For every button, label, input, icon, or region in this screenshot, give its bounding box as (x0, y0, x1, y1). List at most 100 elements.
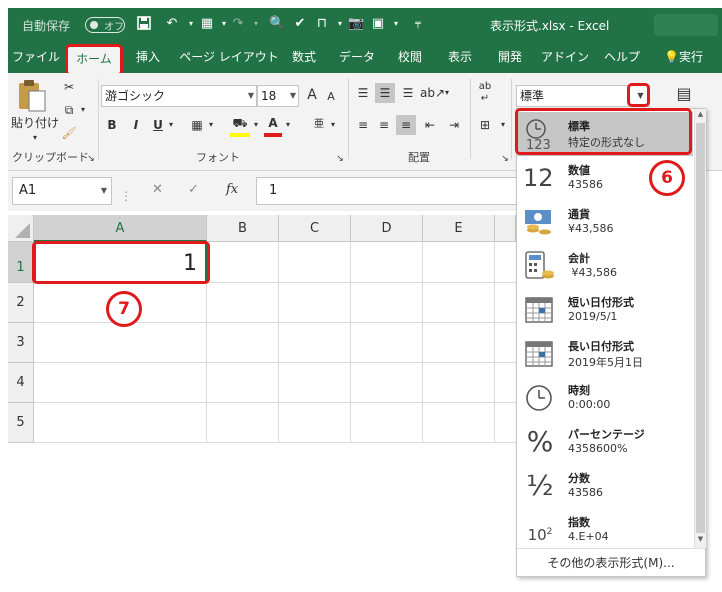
tab-help[interactable]: ヘルプ (600, 42, 644, 73)
paste-dropdown-icon[interactable]: ▾ (26, 128, 44, 148)
format-example: 2019/5/1 (568, 310, 618, 323)
column-header[interactable]: C (279, 215, 351, 242)
font-launcher-icon[interactable]: ↘ (335, 149, 345, 169)
font-size-combo[interactable]: 18 ▼ (257, 85, 299, 107)
scroll-thumb[interactable] (696, 123, 705, 533)
scroll-down-icon[interactable]: ▼ (695, 535, 706, 546)
cut-icon[interactable]: ✂ (60, 77, 78, 97)
format-item-currency[interactable]: 通貨 ¥43,586 (517, 200, 693, 244)
row-header[interactable]: 4 (8, 363, 34, 403)
align-top-icon[interactable]: ☰ (354, 83, 372, 103)
font-name-combo[interactable]: 游ゴシック ▼ (101, 85, 257, 107)
align-bottom-icon[interactable]: ☰ (399, 83, 417, 103)
align-center-icon[interactable]: ≡ (375, 115, 393, 135)
undo-dropdown-icon[interactable]: ▾ (183, 16, 199, 32)
name-box[interactable]: A1 ▼ (12, 177, 112, 205)
format-item-scientific[interactable]: 102 指数 4.E+04 (517, 508, 693, 552)
tab-review[interactable]: 校閲 (390, 42, 430, 73)
formula-bar: A1 ▼ ⋮ ✕ ✓ fx 1 (8, 171, 518, 211)
borders-dropdown-icon[interactable]: ▾ (206, 115, 216, 135)
column-header[interactable]: B (207, 215, 279, 242)
scroll-up-icon[interactable]: ▲ (695, 110, 706, 121)
alignment-launcher-icon[interactable]: ↘ (500, 149, 510, 169)
spelling-icon[interactable]: ✔ (292, 16, 308, 32)
tab-tell-me[interactable]: 💡実行 (664, 42, 722, 73)
copy-dropdown-icon[interactable]: ▾ (78, 100, 88, 120)
format-item-accounting[interactable]: 会計 ¥43,586 (517, 244, 693, 288)
font-color-dropdown-icon[interactable]: ▾ (283, 115, 293, 135)
chevron-down-icon[interactable]: ▼ (290, 86, 296, 106)
filter-icon[interactable]: ⊓ (314, 16, 330, 32)
underline-dropdown-icon[interactable]: ▾ (166, 115, 176, 135)
column-header[interactable]: D (351, 215, 423, 242)
row-header[interactable]: 2 (8, 283, 34, 323)
column-header[interactable] (495, 215, 516, 242)
align-right-icon[interactable]: ≡ (396, 115, 416, 135)
save-icon[interactable] (136, 16, 152, 32)
row-header[interactable]: 3 (8, 323, 34, 363)
phonetic-dropdown-icon[interactable]: ▾ (328, 115, 338, 135)
paste-icon[interactable] (16, 79, 50, 113)
row-header[interactable]: 1 (8, 242, 34, 283)
format-item-short-date[interactable]: 短い日付形式 2019/5/1 (517, 288, 693, 332)
clipboard-launcher-icon[interactable]: ↘ (86, 149, 96, 169)
align-left-icon[interactable]: ≡ (354, 115, 372, 135)
border-icon[interactable]: ▦ (199, 16, 215, 32)
merge-center-icon[interactable]: ⊞ (474, 115, 496, 135)
bold-button[interactable]: B (105, 115, 119, 135)
select-all-button[interactable] (8, 215, 34, 242)
format-item-time[interactable]: 時刻 0:00:00 (517, 376, 693, 420)
autosave-toggle[interactable]: オフ (85, 17, 125, 33)
shapes-dropdown-icon[interactable]: ▾ (388, 16, 404, 32)
format-painter-icon[interactable]: 🖌 (60, 123, 78, 143)
tab-page-layout[interactable]: ページ レイアウト (178, 42, 280, 73)
account-area[interactable] (654, 14, 718, 36)
camera-icon[interactable]: 📷 (348, 16, 364, 32)
redo-dropdown-icon: ▾ (253, 19, 258, 28)
row-header[interactable]: 5 (8, 403, 34, 443)
tab-data[interactable]: データ (334, 42, 380, 73)
underline-button[interactable]: U (151, 115, 165, 135)
align-middle-icon[interactable]: ☰ (375, 83, 395, 103)
tab-insert[interactable]: 挿入 (126, 42, 170, 73)
phonetic-icon[interactable]: 亜 (308, 115, 330, 135)
undo-icon[interactable]: ↶ (164, 16, 180, 32)
tab-formulas[interactable]: 数式 (284, 42, 324, 73)
cancel-icon[interactable]: ✕ (152, 177, 163, 203)
format-item-percent[interactable]: % パーセンテージ 4358600% (517, 420, 693, 464)
customize-qat-icon[interactable]: ╤ (410, 16, 426, 32)
decrease-indent-icon[interactable]: ⇤ (420, 115, 440, 135)
column-header[interactable]: A (34, 215, 207, 242)
italic-button[interactable]: I (129, 115, 143, 135)
borders-icon[interactable]: ▦ (188, 115, 206, 135)
chevron-down-icon[interactable]: ▼ (248, 86, 254, 106)
formula-bar-grip-icon: ⋮ (120, 189, 132, 203)
chevron-down-icon[interactable]: ▼ (101, 178, 107, 204)
fill-color-icon[interactable]: ⛟ (230, 113, 250, 137)
tab-addins[interactable]: アドイン (538, 42, 592, 73)
increase-indent-icon[interactable]: ⇥ (444, 115, 464, 135)
column-header[interactable]: E (423, 215, 495, 242)
copy-icon[interactable]: ⧉ (60, 100, 78, 120)
enter-icon[interactable]: ✓ (188, 177, 199, 203)
filter-dropdown-icon[interactable]: ▾ (332, 16, 348, 32)
print-preview-icon[interactable]: 🔍 (269, 16, 285, 32)
insert-function-button[interactable]: fx (226, 177, 238, 203)
wrap-text-icon[interactable]: ab ↵ (474, 81, 496, 105)
grow-font-button[interactable]: A (304, 85, 320, 105)
format-item-long-date[interactable]: 長い日付形式 2019年5月1日 (517, 332, 693, 376)
orientation-icon[interactable]: ab↗ (420, 83, 445, 103)
fill-color-dropdown-icon[interactable]: ▾ (251, 115, 261, 135)
font-color-icon[interactable]: A (264, 113, 282, 137)
merge-dropdown-icon[interactable]: ▾ (498, 115, 508, 135)
shrink-font-button[interactable]: A (324, 87, 338, 107)
tab-developer[interactable]: 開発 (490, 42, 530, 73)
orientation-dropdown-icon[interactable]: ▾ (442, 83, 452, 103)
shapes-icon[interactable]: ▣ (370, 16, 386, 32)
format-item-fraction[interactable]: ½ 分数 43586 (517, 464, 693, 508)
tab-view[interactable]: 表示 (440, 42, 480, 73)
tab-file[interactable]: ファイル (10, 42, 62, 73)
more-number-formats-link[interactable]: その他の表示形式(M)... (517, 548, 705, 576)
formula-input[interactable]: 1 (256, 177, 518, 205)
dropdown-scrollbar[interactable]: ▲ ▼ (694, 109, 706, 548)
